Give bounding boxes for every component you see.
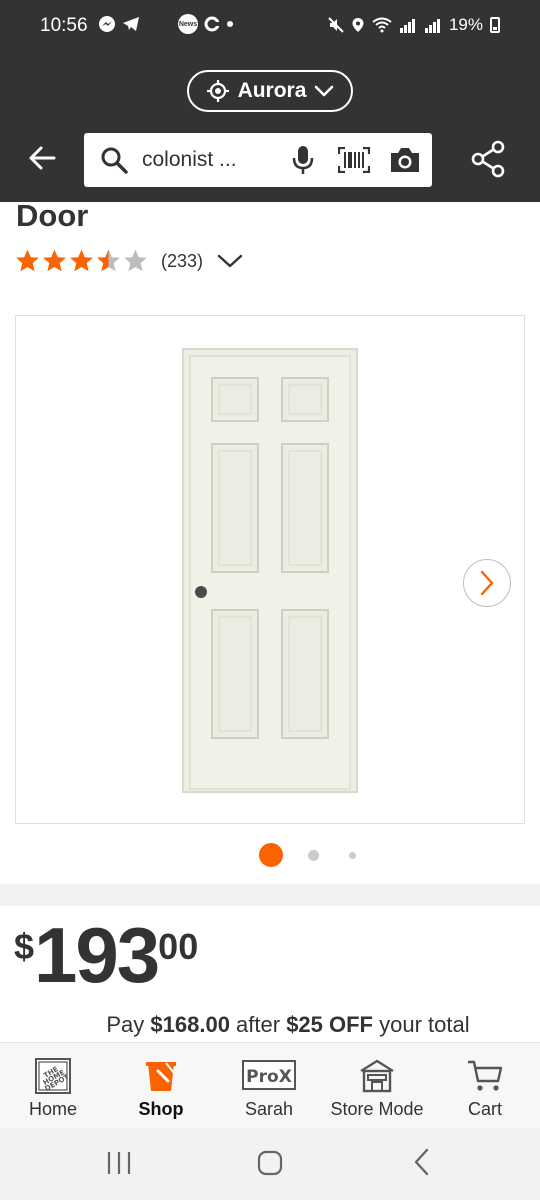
- star-half-icon: [97, 249, 120, 272]
- star-full-icon: [16, 249, 39, 272]
- price-cents: 00: [158, 926, 199, 967]
- carousel-pagination: [0, 842, 540, 868]
- home-button-icon[interactable]: [257, 1150, 283, 1176]
- location-icon: [352, 18, 364, 32]
- nav-label-sarah: Sarah: [244, 1099, 294, 1119]
- nav-label-shop: Shop: [138, 1099, 184, 1119]
- battery-percent: 19%: [448, 15, 483, 34]
- cart-icon: [468, 1060, 503, 1091]
- star-empty-icon: [124, 249, 147, 272]
- product-price: $ 193 00: [14, 916, 198, 994]
- nav-prox[interactable]: ProX Sarah: [239, 1043, 299, 1129]
- nav-cart[interactable]: Cart: [455, 1043, 515, 1129]
- prox-icon: ProX: [242, 1060, 296, 1090]
- product-title: Door: [16, 198, 89, 233]
- chevron-right-icon: [480, 570, 494, 596]
- nav-label-store-mode: Store Mode: [330, 1099, 424, 1119]
- shop-bucket-icon: [146, 1062, 176, 1091]
- next-image-button[interactable]: [463, 559, 511, 607]
- status-bar: 10:56 News 19%: [0, 0, 540, 56]
- mute-icon: [328, 17, 344, 33]
- share-icon: [471, 140, 505, 178]
- messenger-icon: [99, 16, 115, 32]
- microphone-icon[interactable]: [292, 145, 314, 175]
- rating-summary[interactable]: (233): [14, 248, 243, 274]
- nav-label-home: Home: [28, 1099, 77, 1119]
- search-bar[interactable]: colonist ...: [84, 133, 432, 187]
- status-time: 10:56: [40, 15, 88, 36]
- rating-count: (233): [161, 250, 204, 271]
- telegram-icon: [123, 17, 139, 31]
- pagination-dot[interactable]: [349, 852, 356, 859]
- home-depot-logo-icon: THEHOMEDEPOT: [35, 1058, 71, 1094]
- promo-amount: $168.00: [150, 1012, 230, 1037]
- system-navigation-bar: [0, 1128, 540, 1200]
- store-name: Aurora: [237, 79, 307, 102]
- signal-icon-2: [424, 19, 440, 33]
- nav-shop[interactable]: Shop: [131, 1043, 191, 1129]
- crosshair-location-icon: [206, 80, 229, 102]
- battery-icon: [490, 17, 500, 33]
- share-button[interactable]: [470, 140, 508, 178]
- back-nav-icon[interactable]: [412, 1148, 432, 1176]
- chevron-down-icon[interactable]: [217, 253, 243, 269]
- star-rating: [14, 248, 149, 274]
- star-full-icon: [43, 249, 66, 272]
- product-image-carousel[interactable]: [15, 315, 525, 824]
- product-details: Door (233): [0, 198, 540, 884]
- back-button[interactable]: [24, 140, 60, 176]
- arrow-left-icon: [29, 146, 56, 170]
- notification-icons: News: [98, 14, 234, 34]
- c-app-icon: [204, 16, 220, 32]
- pagination-dot-active[interactable]: [259, 843, 283, 867]
- news-icon: News: [178, 14, 198, 34]
- more-dot-icon: [227, 21, 233, 27]
- bottom-navigation: THE HOME DEPOT Home Shop ProX Sarah Store …: [0, 1042, 540, 1128]
- price-dollars: 193: [34, 911, 160, 999]
- search-input[interactable]: colonist ...: [142, 148, 262, 172]
- barcode-scan-icon[interactable]: [338, 147, 370, 173]
- recent-apps-icon[interactable]: [106, 1150, 132, 1176]
- chevron-down-icon: [315, 85, 334, 97]
- wifi-icon: [372, 17, 392, 33]
- camera-icon[interactable]: [389, 146, 421, 174]
- store-icon: [360, 1059, 394, 1093]
- star-full-icon: [70, 249, 93, 272]
- door-image: [182, 348, 358, 793]
- nav-label-cart: Cart: [467, 1099, 502, 1119]
- signal-icon: [399, 19, 415, 33]
- nav-store-mode[interactable]: Store Mode: [327, 1043, 427, 1129]
- promo-discount: $25 OFF: [286, 1012, 373, 1037]
- system-icons: 19%: [328, 15, 500, 35]
- price-currency: $: [14, 926, 35, 967]
- search-icon: [100, 146, 128, 174]
- store-selector[interactable]: Aurora: [187, 70, 353, 112]
- price-card: $ 193 00 Pay $168.00 after $25 OFF your …: [0, 906, 540, 1042]
- app-header: Aurora colonist ...: [0, 56, 540, 202]
- nav-home[interactable]: THE HOME DEPOT Home: [23, 1043, 83, 1129]
- svg-text:ProX: ProX: [246, 1067, 292, 1087]
- pagination-dot[interactable]: [308, 850, 319, 861]
- promo-message: Pay $168.00 after $25 OFF your total: [106, 1012, 470, 1037]
